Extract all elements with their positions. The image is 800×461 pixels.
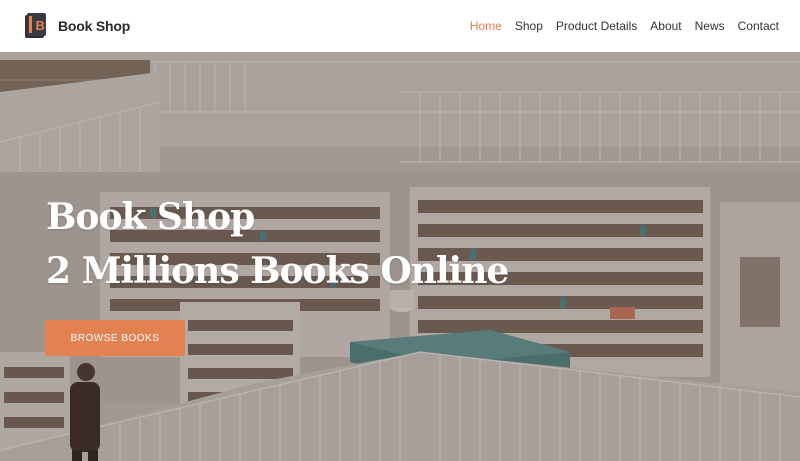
book-logo-icon: B: [25, 13, 46, 38]
brand-link[interactable]: B Book Shop: [24, 13, 130, 39]
site-header: B Book Shop Home Shop Product Details Ab…: [0, 0, 800, 52]
nav-item-contact[interactable]: Contact: [738, 19, 779, 33]
nav-item-about[interactable]: About: [650, 19, 681, 33]
hero-title-line2: 2 Millions Books Online: [46, 250, 509, 292]
nav-item-home[interactable]: Home: [470, 19, 502, 33]
main-nav: Home Shop Product Details About News Con…: [457, 0, 779, 52]
browse-books-button[interactable]: BROWSE BOOKS: [45, 320, 185, 356]
brand-name: Book Shop: [58, 18, 131, 34]
nav-item-shop[interactable]: Shop: [515, 19, 543, 33]
hero-title: Book Shop 2 Millions Books Online: [46, 190, 509, 298]
logo-letter: B: [36, 18, 45, 33]
hero-title-line1: Book Shop: [46, 196, 255, 238]
nav-item-news[interactable]: News: [695, 19, 725, 33]
nav-item-product-details[interactable]: Product Details: [556, 19, 637, 33]
hero-banner: Book Shop 2 Millions Books Online BROWSE…: [0, 52, 800, 461]
